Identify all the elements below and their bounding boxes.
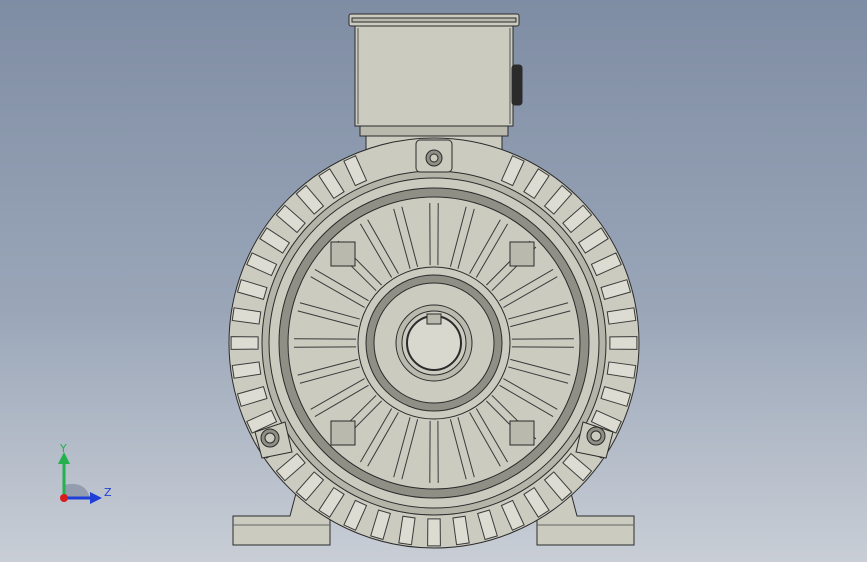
triad-xy-plane — [64, 483, 90, 498]
terminal-box — [354, 25, 514, 127]
y-axis-label: Y — [60, 442, 67, 455]
cooling-fin — [427, 518, 441, 547]
shaft-keyway — [426, 313, 442, 325]
orientation-triad: Y Z — [50, 440, 120, 510]
boss-bottom-right — [509, 420, 535, 446]
graphics-viewport[interactable]: Y Z — [0, 0, 867, 562]
boss-bottom-left — [330, 420, 356, 446]
cooling-fin — [230, 336, 259, 350]
terminal-box-base — [359, 125, 509, 137]
boss-top-left — [330, 241, 356, 267]
terminal-box-lid-edge — [351, 17, 517, 23]
cooling-fin — [609, 336, 638, 350]
boss-top-right — [509, 241, 535, 267]
motor-front-view[interactable] — [0, 0, 867, 562]
z-axis-label: Z — [104, 486, 112, 499]
cable-gland — [511, 64, 523, 106]
x-axis-arrow — [60, 494, 68, 502]
